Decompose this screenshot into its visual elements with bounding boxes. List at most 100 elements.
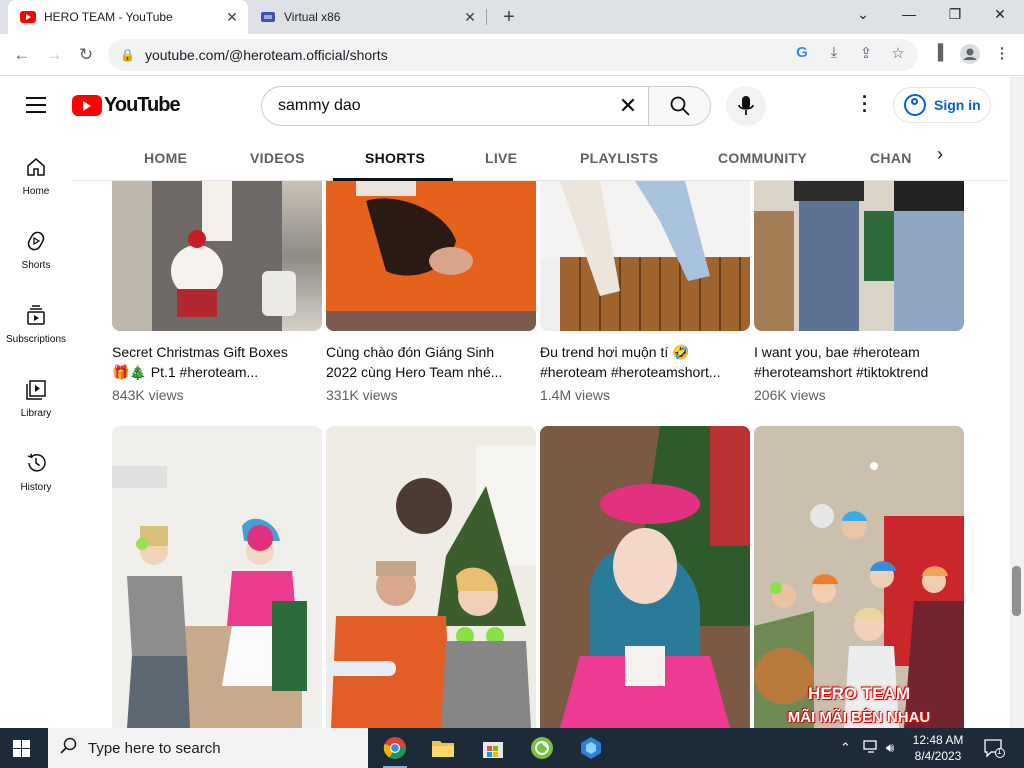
forward-icon[interactable]: → bbox=[44, 45, 64, 65]
shorts-icon bbox=[0, 229, 72, 253]
short-title-line: #heroteam #heroteamshort... bbox=[540, 364, 721, 380]
file-explorer-icon[interactable] bbox=[429, 734, 457, 762]
short-thumbnail[interactable] bbox=[754, 181, 964, 331]
close-tab-icon[interactable]: ✕ bbox=[462, 9, 478, 26]
tab-channels[interactable]: CHANNELS bbox=[870, 150, 912, 166]
reload-icon[interactable]: ↻ bbox=[76, 45, 96, 65]
thumbnail-overlay-text: HERO TEAM bbox=[808, 684, 910, 703]
short-thumbnail[interactable] bbox=[112, 426, 322, 728]
guide-item-home[interactable]: Home bbox=[0, 155, 72, 197]
mini-guide: Home Shorts Subscriptions Library Histor… bbox=[0, 133, 72, 728]
share-icon[interactable]: ⇪ bbox=[856, 44, 876, 62]
short-thumbnail[interactable] bbox=[540, 181, 750, 331]
short-title-line: Đu trend hơi muộn tí 🤣 bbox=[540, 344, 690, 360]
minimize-icon[interactable]: — bbox=[899, 6, 919, 22]
tab-virtual-x86[interactable]: Virtual x86 ✕ bbox=[250, 0, 486, 34]
close-window-icon[interactable]: ✕ bbox=[990, 6, 1010, 23]
short-title-line: Secret Christmas Gift Boxes bbox=[112, 344, 288, 360]
short-thumbnail[interactable] bbox=[540, 426, 750, 728]
notification-count: 1 bbox=[997, 747, 1002, 756]
tab-divider bbox=[486, 9, 487, 25]
tab-community[interactable]: COMMUNITY bbox=[718, 150, 807, 166]
short-title[interactable]: Cùng chào đón Giáng Sinh 2022 cùng Hero … bbox=[326, 342, 536, 382]
clear-search-icon[interactable]: ✕ bbox=[608, 93, 648, 119]
network-icon[interactable] bbox=[863, 740, 879, 757]
clock-time: 12:48 AM bbox=[912, 733, 964, 747]
short-thumbnail[interactable] bbox=[112, 181, 322, 331]
profile-icon[interactable] bbox=[960, 44, 980, 68]
tab-home[interactable]: HOME bbox=[144, 150, 187, 166]
app-green-icon[interactable] bbox=[528, 734, 556, 762]
view-count: 331K views bbox=[326, 387, 398, 403]
short-title[interactable]: Đu trend hơi muộn tí 🤣 #heroteam #herote… bbox=[540, 342, 750, 382]
side-panel-icon[interactable]: ▐ bbox=[928, 44, 948, 61]
app-blue-icon[interactable] bbox=[577, 734, 605, 762]
taskbar-search-box[interactable]: Type here to search bbox=[48, 728, 368, 768]
tab-videos[interactable]: VIDEOS bbox=[250, 150, 305, 166]
thumbnail-overlay-text: MÃI MÃI BÊN NHAU bbox=[787, 709, 931, 726]
microsoft-store-icon[interactable] bbox=[479, 734, 507, 762]
tab-playlists[interactable]: PLAYLISTS bbox=[580, 150, 658, 166]
settings-menu-icon[interactable]: · · · bbox=[858, 88, 872, 120]
logo-text: YouTube bbox=[104, 94, 181, 116]
new-tab-icon[interactable]: + bbox=[498, 6, 520, 29]
install-app-icon[interactable]: ⤓ bbox=[824, 44, 844, 61]
tab-title: Virtual x86 bbox=[284, 10, 341, 24]
youtube-masthead: YouTube ✕ ··· Sign in bbox=[0, 77, 1010, 133]
guide-label: Shorts bbox=[21, 260, 51, 271]
youtube-favicon-icon bbox=[20, 9, 36, 25]
windows-taskbar: Type here to search ⌃ 🔊︎ 12:48 AM 8/4/20… bbox=[0, 728, 1024, 768]
google-translate-icon[interactable]: G bbox=[792, 44, 812, 61]
bookmark-star-icon[interactable]: ☆ bbox=[888, 44, 908, 62]
page-scrollbar[interactable] bbox=[1010, 77, 1024, 728]
back-icon[interactable]: ← bbox=[12, 45, 32, 65]
clock-date: 8/4/2023 bbox=[914, 749, 962, 763]
guide-item-shorts[interactable]: Shorts bbox=[0, 229, 72, 271]
tab-title: HERO TEAM - YouTube bbox=[44, 10, 173, 24]
sign-in-button[interactable]: Sign in bbox=[893, 87, 991, 123]
search-input[interactable] bbox=[278, 97, 608, 115]
voice-search-button[interactable] bbox=[726, 86, 766, 126]
short-thumbnail[interactable] bbox=[326, 181, 536, 331]
guide-label: History bbox=[20, 482, 52, 493]
short-thumbnail[interactable]: HERO TEAM MÃI MÃI BÊN NHAU bbox=[754, 426, 964, 728]
short-thumbnail[interactable] bbox=[326, 426, 536, 728]
youtube-play-icon bbox=[72, 95, 102, 116]
youtube-logo[interactable]: YouTube bbox=[72, 94, 181, 117]
account-icon bbox=[904, 94, 926, 116]
url-text: youtube.com/@heroteam.official/shorts bbox=[144, 47, 388, 63]
restore-icon[interactable]: ❐ bbox=[945, 6, 965, 23]
scrollbar-thumb[interactable] bbox=[1012, 566, 1021, 616]
subscriptions-icon bbox=[0, 303, 72, 327]
short-title[interactable]: I want you, bae #heroteam #heroteamshort… bbox=[754, 342, 964, 382]
action-center-icon[interactable]: 1 bbox=[983, 738, 1005, 761]
taskbar-clock[interactable]: 12:48 AM 8/4/2023 bbox=[903, 732, 973, 764]
chevron-right-icon[interactable]: › bbox=[926, 144, 954, 172]
guide-label: Home bbox=[22, 186, 50, 197]
channel-tabs: HOME VIDEOS SHORTS LIVE PLAYLISTS COMMUN… bbox=[72, 133, 1008, 181]
microphone-icon bbox=[738, 96, 754, 115]
short-title-line: 🎁🎄 Pt.1 #heroteam... bbox=[112, 364, 259, 380]
chrome-taskbar-icon[interactable] bbox=[381, 734, 409, 768]
volume-icon[interactable]: 🔊︎ bbox=[886, 740, 894, 756]
tab-search-chevron-icon[interactable]: ⌄ bbox=[853, 6, 873, 23]
chrome-menu-icon[interactable]: ⋮ bbox=[992, 44, 1012, 62]
guide-item-history[interactable]: History bbox=[0, 451, 72, 493]
guide-item-library[interactable]: Library bbox=[0, 377, 72, 419]
guide-menu-icon[interactable] bbox=[26, 97, 46, 113]
guide-item-subscriptions[interactable]: Subscriptions bbox=[0, 303, 72, 345]
show-hidden-icons-chevron-icon[interactable]: ⌃ bbox=[840, 740, 851, 756]
close-tab-icon[interactable]: ✕ bbox=[224, 9, 240, 26]
short-title-line: 2022 cùng Hero Team nhé... bbox=[326, 364, 503, 380]
search-button[interactable] bbox=[648, 86, 711, 126]
browser-toolbar: ← → ↻ 🔒 youtube.com/@heroteam.official/s… bbox=[0, 34, 1024, 76]
view-count: 843K views bbox=[112, 387, 184, 403]
tab-shorts[interactable]: SHORTS bbox=[365, 150, 425, 166]
tab-hero-team-youtube[interactable]: HERO TEAM - YouTube ✕ bbox=[8, 0, 248, 34]
lock-icon: 🔒 bbox=[120, 48, 135, 62]
virtual-x86-favicon-icon bbox=[260, 9, 276, 25]
selected-tab-indicator bbox=[333, 178, 453, 181]
tab-live[interactable]: LIVE bbox=[485, 150, 517, 166]
short-title[interactable]: Secret Christmas Gift Boxes 🎁🎄 Pt.1 #her… bbox=[112, 342, 322, 382]
windows-start-icon[interactable] bbox=[13, 740, 30, 757]
